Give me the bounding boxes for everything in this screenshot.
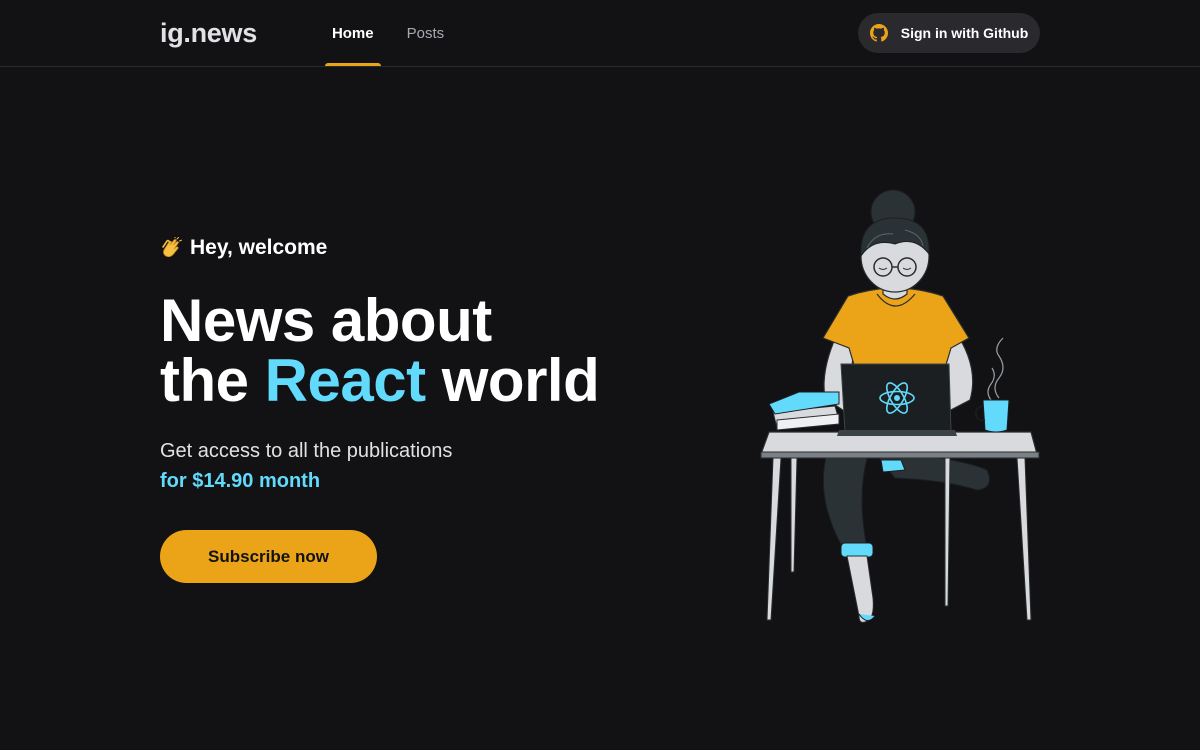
hero-illustration bbox=[755, 188, 1045, 628]
nav-home-link[interactable]: Home bbox=[324, 0, 381, 66]
hero-section: Hey, welcome News about the React world … bbox=[160, 234, 720, 583]
github-icon bbox=[869, 24, 888, 42]
nav-posts-link[interactable]: Posts bbox=[400, 0, 452, 66]
headline-end: world bbox=[441, 347, 600, 414]
top-header: ig.news Home Posts Sign in with Github bbox=[0, 0, 1200, 67]
headline-the: the bbox=[160, 347, 249, 414]
sign-in-label: Sign in with Github bbox=[900, 25, 1029, 41]
logo[interactable]: ig.news bbox=[160, 18, 257, 49]
price-text: for $14.90 month bbox=[160, 470, 321, 492]
welcome-line: Hey, welcome bbox=[160, 234, 720, 262]
sign-in-github-button[interactable]: Sign in with Github bbox=[858, 13, 1040, 53]
woman-at-desk-illustration bbox=[760, 189, 1040, 623]
clapping-hands-icon bbox=[160, 237, 182, 259]
main-nav: Home Posts bbox=[324, 0, 470, 66]
subscribe-button[interactable]: Subscribe now bbox=[160, 530, 377, 583]
headline-line1: News about bbox=[160, 287, 492, 354]
header-content: ig.news Home Posts Sign in with Github bbox=[160, 0, 1040, 66]
headline-highlight-react: React bbox=[264, 347, 426, 414]
welcome-text: Hey, welcome bbox=[190, 236, 328, 259]
hero-headline: News about the React world bbox=[160, 291, 720, 411]
access-text: Get access to all the publications bbox=[160, 440, 453, 462]
